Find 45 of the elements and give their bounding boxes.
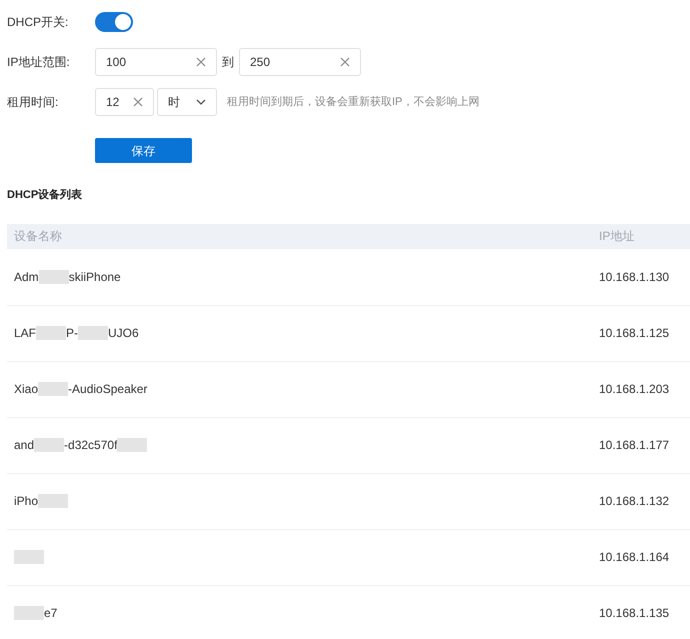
unit-dropdown[interactable]: 时 [157, 88, 217, 116]
save-button[interactable]: 保存 [95, 138, 192, 163]
device-name-text: e7 [44, 605, 58, 622]
table-cell-text: 10.168.1.177 [599, 437, 670, 454]
clear-icon[interactable] [340, 57, 350, 67]
device-name-text: skiiPhone [68, 268, 121, 286]
field-label: DHCP开关: [7, 14, 70, 31]
redaction-mark [14, 606, 44, 620]
device-name-text: iPho [14, 493, 38, 510]
device-name-text: Adm [14, 268, 39, 286]
device-name-text: UJO6 [108, 325, 139, 342]
field-label: IP地址范围: [7, 54, 71, 71]
redaction-mark [38, 270, 69, 284]
section-title: DHCP设备列表 [7, 188, 82, 203]
input-field[interactable]: 12 [95, 88, 154, 116]
device-name-text: -AudioSpeaker [68, 381, 148, 398]
range-separator: 到 [222, 54, 234, 71]
input-field[interactable]: 250 [239, 48, 361, 76]
device-name-text: and [14, 437, 34, 454]
chevron-down-icon [196, 99, 206, 105]
redaction-mark [78, 326, 108, 340]
device-name-text: P- [66, 325, 78, 342]
column-header: 设备名称 [13, 228, 63, 245]
clear-icon[interactable] [196, 57, 206, 67]
table-cell-text: 10.168.1.130 [599, 268, 670, 286]
clear-icon[interactable] [133, 97, 143, 107]
redaction-mark [14, 550, 44, 564]
column-header: IP地址 [599, 228, 634, 245]
table-cell-text: 10.168.1.135 [599, 605, 670, 622]
redaction-mark [38, 494, 68, 508]
table-cell-text: 10.168.1.125 [599, 325, 670, 342]
redaction-mark [38, 382, 68, 396]
redaction-mark [117, 438, 148, 452]
device-name-text: -d32c570f [64, 437, 118, 454]
table-cell-text: 10.168.1.132 [599, 493, 670, 510]
redaction-mark [34, 438, 64, 452]
hint-text: 租用时间到期后，设备会重新获取IP，不会影响上网 [227, 94, 480, 110]
field-label: 租用时间: [7, 94, 60, 111]
redaction-mark [36, 326, 66, 340]
device-name-text: LAF [14, 325, 36, 342]
device-name-text: Xiao [14, 381, 38, 398]
table-cell-text: 10.168.1.164 [599, 549, 670, 566]
table-cell-text: 10.168.1.203 [599, 381, 670, 398]
input-field[interactable]: 100 [95, 48, 217, 76]
toggle-switch[interactable] [95, 12, 133, 32]
